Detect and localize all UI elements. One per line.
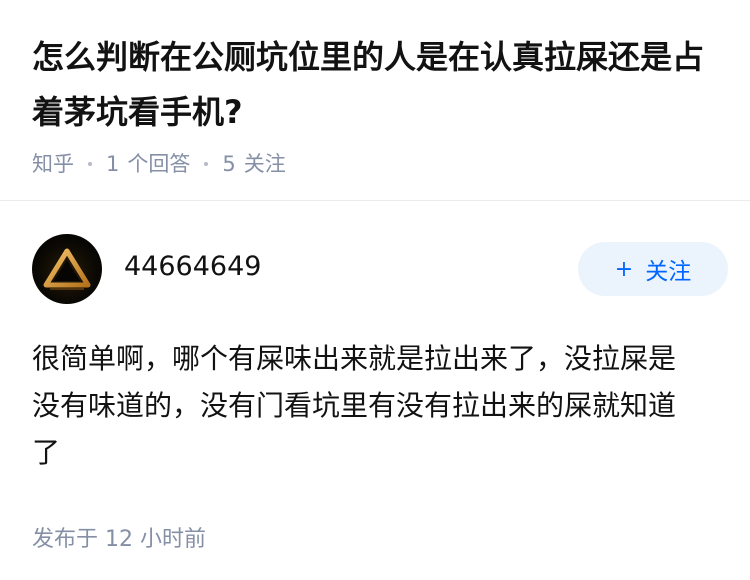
separator-dot (204, 162, 209, 166)
answers-count: 1 (106, 152, 120, 176)
followers-count: 5 (222, 152, 236, 176)
triangle-logo-icon (43, 248, 91, 290)
author-name[interactable]: 44664649 (124, 251, 578, 282)
publish-time: 发布于 12 小时前 (32, 527, 206, 552)
section-divider (0, 200, 750, 201)
follow-label: 关注 (645, 259, 692, 285)
plus-icon: + (614, 256, 634, 282)
separator-dot (88, 162, 92, 166)
answer-content[interactable]: 很简单啊，哪个有屎味出来就是拉出来了，没拉屎是没有味道的，没有门看坑里有没有拉出… (32, 335, 702, 476)
question-title[interactable]: 怎么判断在公厕坑位里的人是在认真拉屎还是占着茅坑看手机? (32, 30, 722, 140)
avatar[interactable] (32, 234, 102, 304)
question-header: 怎么判断在公厕坑位里的人是在认真拉屎还是占着茅坑看手机? 知乎 1 个回答 5 … (32, 30, 722, 179)
answers-label[interactable]: 个回答 (127, 149, 190, 179)
follow-button[interactable]: + 关注 (578, 242, 728, 296)
source-label[interactable]: 知乎 (32, 149, 74, 179)
author-row: 44664649 + 关注 (32, 234, 728, 304)
answer-card: 44664649 + 关注 很简单啊，哪个有屎味出来就是拉出来了，没拉屎是没有味… (32, 234, 728, 555)
question-meta: 知乎 1 个回答 5 关注 (32, 149, 722, 179)
followers-label[interactable]: 关注 (244, 149, 286, 179)
